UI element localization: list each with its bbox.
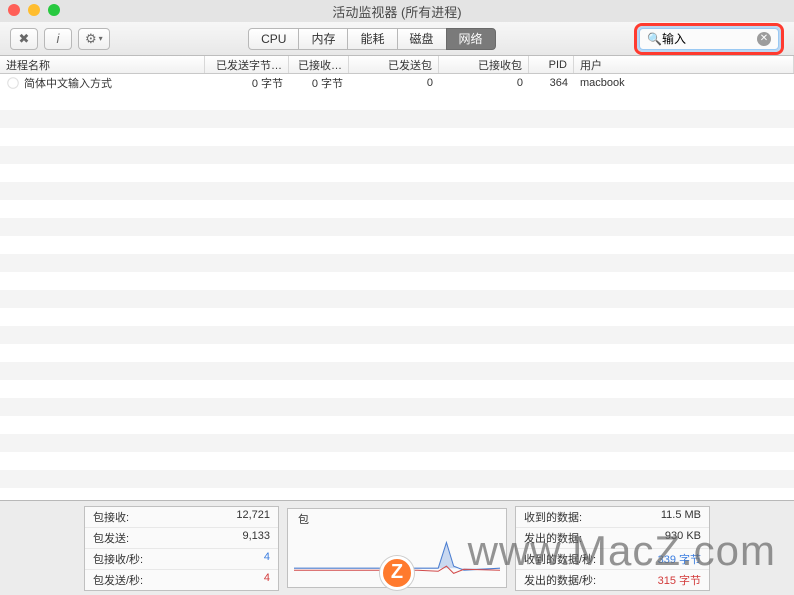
- tab-energy[interactable]: 能耗: [347, 28, 397, 50]
- col-sent-bytes[interactable]: 已发送字节…: [205, 56, 289, 73]
- cell-pid: 364: [529, 74, 574, 92]
- tab-cpu[interactable]: CPU: [248, 28, 299, 50]
- tab-memory[interactable]: 内存: [298, 28, 348, 50]
- stop-icon: ✖: [19, 31, 30, 47]
- stat-row: 包接收:12,721: [85, 507, 278, 528]
- clear-search-icon[interactable]: ✕: [757, 32, 771, 46]
- tab-network[interactable]: 网络: [446, 28, 496, 50]
- table-row[interactable]: 简体中文输入方式 0 字节 0 字节 0 0 364 macbook: [0, 74, 794, 92]
- stat-row: 包发送/秒:4: [85, 570, 278, 590]
- traffic-lights: [8, 4, 60, 16]
- close-icon[interactable]: [8, 4, 20, 16]
- stat-row: 收到的数据/秒:339 字节: [516, 549, 709, 570]
- search-highlight: 🔍 ✕: [634, 23, 784, 55]
- col-user[interactable]: 用户: [574, 56, 794, 73]
- watermark-badge: Z: [380, 556, 414, 590]
- stat-row: 收到的数据:11.5 MB: [516, 507, 709, 528]
- info-icon: i: [57, 31, 60, 46]
- chevron-down-icon: ▾: [99, 34, 103, 43]
- window-title: 活动监视器 (所有进程): [332, 2, 461, 21]
- footer-stats: 包接收:12,721 包发送:9,133 包接收/秒:4 包发送/秒:4 包 Z…: [0, 500, 794, 595]
- stop-process-button[interactable]: ✖: [10, 28, 38, 50]
- empty-stripes: [0, 92, 794, 500]
- cell-user: macbook: [574, 74, 794, 92]
- stats-left-panel: 包接收:12,721 包发送:9,133 包接收/秒:4 包发送/秒:4: [84, 506, 279, 591]
- cell-sent-pkts: 0: [349, 74, 439, 92]
- column-headers: 进程名称 已发送字节… 已接收… 已发送包 已接收包 PID 用户: [0, 56, 794, 74]
- stats-right-panel: 收到的数据:11.5 MB 发出的数据:930 KB 收到的数据/秒:339 字…: [515, 506, 710, 591]
- col-name[interactable]: 进程名称: [0, 56, 205, 73]
- stat-row: 包接收/秒:4: [85, 549, 278, 570]
- col-pid[interactable]: PID: [529, 56, 574, 73]
- stat-row: 包发送:9,133: [85, 528, 278, 549]
- stat-row: 发出的数据/秒:315 字节: [516, 570, 709, 590]
- cell-name: 简体中文输入方式: [0, 74, 205, 92]
- process-table: 简体中文输入方式 0 字节 0 字节 0 0 364 macbook: [0, 74, 794, 500]
- col-recv-pkts[interactable]: 已接收包: [439, 56, 529, 73]
- titlebar: 活动监视器 (所有进程): [0, 0, 794, 22]
- minimize-icon[interactable]: [28, 4, 40, 16]
- cell-sent-bytes: 0 字节: [205, 74, 289, 92]
- cell-recv-bytes: 0 字节: [289, 74, 349, 92]
- gear-menu-button[interactable]: ⚙▾: [78, 28, 110, 50]
- maximize-icon[interactable]: [48, 4, 60, 16]
- col-sent-pkts[interactable]: 已发送包: [349, 56, 439, 73]
- gear-icon: ⚙: [85, 31, 97, 47]
- stats-chart-panel: 包 Z: [287, 508, 507, 588]
- chart-label: 包: [298, 511, 309, 527]
- view-tabs: CPU 内存 能耗 磁盘 网络: [248, 28, 495, 50]
- tab-disk[interactable]: 磁盘: [397, 28, 447, 50]
- stat-row: 发出的数据:930 KB: [516, 528, 709, 549]
- cell-recv-pkts: 0: [439, 74, 529, 92]
- toolbar: ✖ i ⚙▾ CPU 内存 能耗 磁盘 网络 🔍 ✕: [0, 22, 794, 56]
- process-icon: [6, 76, 20, 90]
- col-recv-bytes[interactable]: 已接收…: [289, 56, 349, 73]
- activity-monitor-window: 活动监视器 (所有进程) ✖ i ⚙▾ CPU 内存 能耗 磁盘 网络 🔍 ✕ …: [0, 0, 794, 595]
- info-button[interactable]: i: [44, 28, 72, 50]
